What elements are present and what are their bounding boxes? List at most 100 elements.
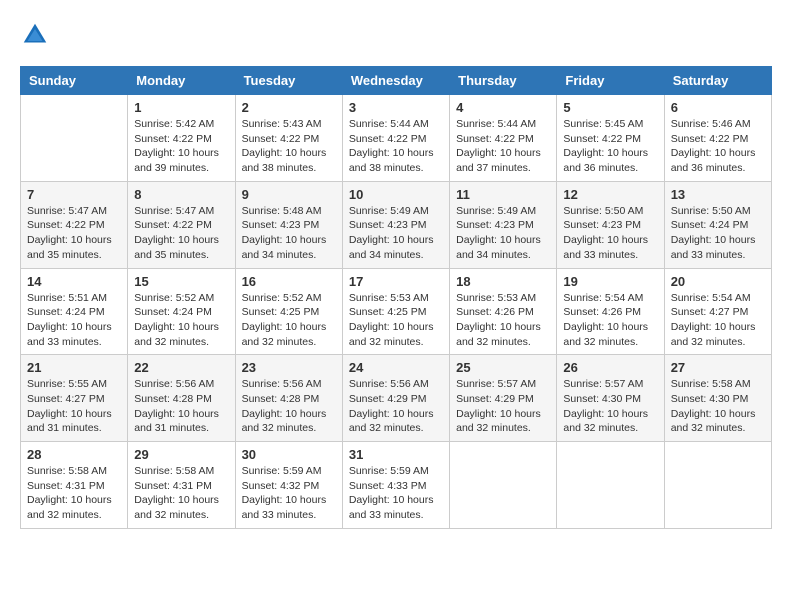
calendar-cell: 31Sunrise: 5:59 AMSunset: 4:33 PMDayligh… xyxy=(342,442,449,529)
calendar-cell xyxy=(450,442,557,529)
day-number: 5 xyxy=(563,100,657,115)
calendar-cell xyxy=(21,95,128,182)
calendar-cell: 23 Sunrise: 5:56 AMSunset: 4:28 PMDayligh… xyxy=(235,355,342,442)
day-number: 27 xyxy=(671,360,765,375)
day-number: 20 xyxy=(671,274,765,289)
day-number: 18 xyxy=(456,274,550,289)
day-number: 2 xyxy=(242,100,336,115)
day-info: Sunrise: 5:52 AMSunset: 4:25 PMDaylight:… xyxy=(242,291,336,350)
calendar-cell: 16 Sunrise: 5:52 AMSunset: 4:25 PMDayligh… xyxy=(235,268,342,355)
day-info: Sunrise: 5:49 AMSunset: 4:23 PMDaylight:… xyxy=(349,204,443,263)
calendar-cell: 1 Sunrise: 5:42 AMSunset: 4:22 PMDaylight… xyxy=(128,95,235,182)
day-number: 4 xyxy=(456,100,550,115)
calendar-cell: 25Sunrise: 5:57 AMSunset: 4:29 PMDayligh… xyxy=(450,355,557,442)
calendar-week-row: 14 Sunrise: 5:51 AMSunset: 4:24 PMDayligh… xyxy=(21,268,772,355)
calendar-cell: 26 Sunrise: 5:57 AMSunset: 4:30 PMDayligh… xyxy=(557,355,664,442)
calendar-cell: 6 Sunrise: 5:46 AMSunset: 4:22 PMDaylight… xyxy=(664,95,771,182)
logo-icon xyxy=(20,20,50,50)
calendar-cell: 29 Sunrise: 5:58 AMSunset: 4:31 PMDayligh… xyxy=(128,442,235,529)
calendar-cell: 10 Sunrise: 5:49 AMSunset: 4:23 PMDayligh… xyxy=(342,181,449,268)
day-info: Sunrise: 5:45 AMSunset: 4:22 PMDaylight:… xyxy=(563,117,657,176)
day-number: 6 xyxy=(671,100,765,115)
calendar-cell: 4 Sunrise: 5:44 AMSunset: 4:22 PMDaylight… xyxy=(450,95,557,182)
day-info: Sunrise: 5:46 AMSunset: 4:22 PMDaylight:… xyxy=(671,117,765,176)
day-number: 28 xyxy=(27,447,121,462)
calendar-cell: 8Sunrise: 5:47 AMSunset: 4:22 PMDaylight… xyxy=(128,181,235,268)
day-info: Sunrise: 5:50 AMSunset: 4:24 PMDaylight:… xyxy=(671,204,765,263)
calendar-cell: 13 Sunrise: 5:50 AMSunset: 4:24 PMDayligh… xyxy=(664,181,771,268)
day-number: 23 xyxy=(242,360,336,375)
day-number: 12 xyxy=(563,187,657,202)
column-header-monday: Monday xyxy=(128,67,235,95)
day-info: Sunrise: 5:54 AMSunset: 4:27 PMDaylight:… xyxy=(671,291,765,350)
day-info: Sunrise: 5:57 AMSunset: 4:29 PMDaylight:… xyxy=(456,377,550,436)
calendar-cell: 9 Sunrise: 5:48 AMSunset: 4:23 PMDaylight… xyxy=(235,181,342,268)
day-number: 24 xyxy=(349,360,443,375)
day-info: Sunrise: 5:59 AMSunset: 4:32 PMDaylight:… xyxy=(242,464,336,523)
day-info: Sunrise: 5:53 AMSunset: 4:26 PMDaylight:… xyxy=(456,291,550,350)
day-info: Sunrise: 5:51 AMSunset: 4:24 PMDaylight:… xyxy=(27,291,121,350)
calendar-cell xyxy=(664,442,771,529)
calendar-cell: 12 Sunrise: 5:50 AMSunset: 4:23 PMDayligh… xyxy=(557,181,664,268)
day-number: 17 xyxy=(349,274,443,289)
column-header-sunday: Sunday xyxy=(21,67,128,95)
column-header-saturday: Saturday xyxy=(664,67,771,95)
column-header-thursday: Thursday xyxy=(450,67,557,95)
day-number: 8 xyxy=(134,187,228,202)
day-info: Sunrise: 5:44 AMSunset: 4:22 PMDaylight:… xyxy=(456,117,550,176)
calendar-week-row: 7 Sunrise: 5:47 AMSunset: 4:22 PMDaylight… xyxy=(21,181,772,268)
day-info: Sunrise: 5:47 AMSunset: 4:22 PMDaylight:… xyxy=(27,204,121,263)
day-info: Sunrise: 5:56 AMSunset: 4:28 PMDaylight:… xyxy=(242,377,336,436)
calendar-week-row: 21Sunrise: 5:55 AMSunset: 4:27 PMDayligh… xyxy=(21,355,772,442)
column-header-tuesday: Tuesday xyxy=(235,67,342,95)
day-info: Sunrise: 5:44 AMSunset: 4:22 PMDaylight:… xyxy=(349,117,443,176)
day-number: 3 xyxy=(349,100,443,115)
calendar-cell: 15Sunrise: 5:52 AMSunset: 4:24 PMDayligh… xyxy=(128,268,235,355)
calendar-header-row: SundayMondayTuesdayWednesdayThursdayFrid… xyxy=(21,67,772,95)
day-info: Sunrise: 5:58 AMSunset: 4:31 PMDaylight:… xyxy=(134,464,228,523)
calendar-cell: 27Sunrise: 5:58 AMSunset: 4:30 PMDayligh… xyxy=(664,355,771,442)
day-info: Sunrise: 5:42 AMSunset: 4:22 PMDaylight:… xyxy=(134,117,228,176)
day-number: 26 xyxy=(563,360,657,375)
day-number: 16 xyxy=(242,274,336,289)
logo xyxy=(20,20,52,50)
day-number: 29 xyxy=(134,447,228,462)
day-number: 19 xyxy=(563,274,657,289)
calendar-cell: 30 Sunrise: 5:59 AMSunset: 4:32 PMDayligh… xyxy=(235,442,342,529)
day-info: Sunrise: 5:43 AMSunset: 4:22 PMDaylight:… xyxy=(242,117,336,176)
day-number: 30 xyxy=(242,447,336,462)
calendar-cell: 17 Sunrise: 5:53 AMSunset: 4:25 PMDayligh… xyxy=(342,268,449,355)
calendar-cell: 5 Sunrise: 5:45 AMSunset: 4:22 PMDaylight… xyxy=(557,95,664,182)
day-number: 11 xyxy=(456,187,550,202)
day-number: 14 xyxy=(27,274,121,289)
day-info: Sunrise: 5:53 AMSunset: 4:25 PMDaylight:… xyxy=(349,291,443,350)
calendar-week-row: 1 Sunrise: 5:42 AMSunset: 4:22 PMDaylight… xyxy=(21,95,772,182)
calendar-cell: 14 Sunrise: 5:51 AMSunset: 4:24 PMDayligh… xyxy=(21,268,128,355)
day-number: 10 xyxy=(349,187,443,202)
day-info: Sunrise: 5:58 AMSunset: 4:31 PMDaylight:… xyxy=(27,464,121,523)
calendar-cell: 22 Sunrise: 5:56 AMSunset: 4:28 PMDayligh… xyxy=(128,355,235,442)
day-info: Sunrise: 5:56 AMSunset: 4:29 PMDaylight:… xyxy=(349,377,443,436)
page-header xyxy=(20,20,772,50)
day-number: 15 xyxy=(134,274,228,289)
day-info: Sunrise: 5:56 AMSunset: 4:28 PMDaylight:… xyxy=(134,377,228,436)
day-number: 1 xyxy=(134,100,228,115)
calendar-week-row: 28 Sunrise: 5:58 AMSunset: 4:31 PMDayligh… xyxy=(21,442,772,529)
day-info: Sunrise: 5:50 AMSunset: 4:23 PMDaylight:… xyxy=(563,204,657,263)
calendar-cell: 19Sunrise: 5:54 AMSunset: 4:26 PMDayligh… xyxy=(557,268,664,355)
day-number: 22 xyxy=(134,360,228,375)
calendar-cell xyxy=(557,442,664,529)
day-number: 9 xyxy=(242,187,336,202)
calendar-cell: 11Sunrise: 5:49 AMSunset: 4:23 PMDayligh… xyxy=(450,181,557,268)
day-number: 21 xyxy=(27,360,121,375)
calendar-cell: 21Sunrise: 5:55 AMSunset: 4:27 PMDayligh… xyxy=(21,355,128,442)
calendar-cell: 20 Sunrise: 5:54 AMSunset: 4:27 PMDayligh… xyxy=(664,268,771,355)
day-info: Sunrise: 5:57 AMSunset: 4:30 PMDaylight:… xyxy=(563,377,657,436)
day-number: 7 xyxy=(27,187,121,202)
calendar-cell: 7 Sunrise: 5:47 AMSunset: 4:22 PMDaylight… xyxy=(21,181,128,268)
day-info: Sunrise: 5:48 AMSunset: 4:23 PMDaylight:… xyxy=(242,204,336,263)
day-number: 13 xyxy=(671,187,765,202)
calendar-cell: 2 Sunrise: 5:43 AMSunset: 4:22 PMDaylight… xyxy=(235,95,342,182)
calendar-cell: 28 Sunrise: 5:58 AMSunset: 4:31 PMDayligh… xyxy=(21,442,128,529)
column-header-friday: Friday xyxy=(557,67,664,95)
